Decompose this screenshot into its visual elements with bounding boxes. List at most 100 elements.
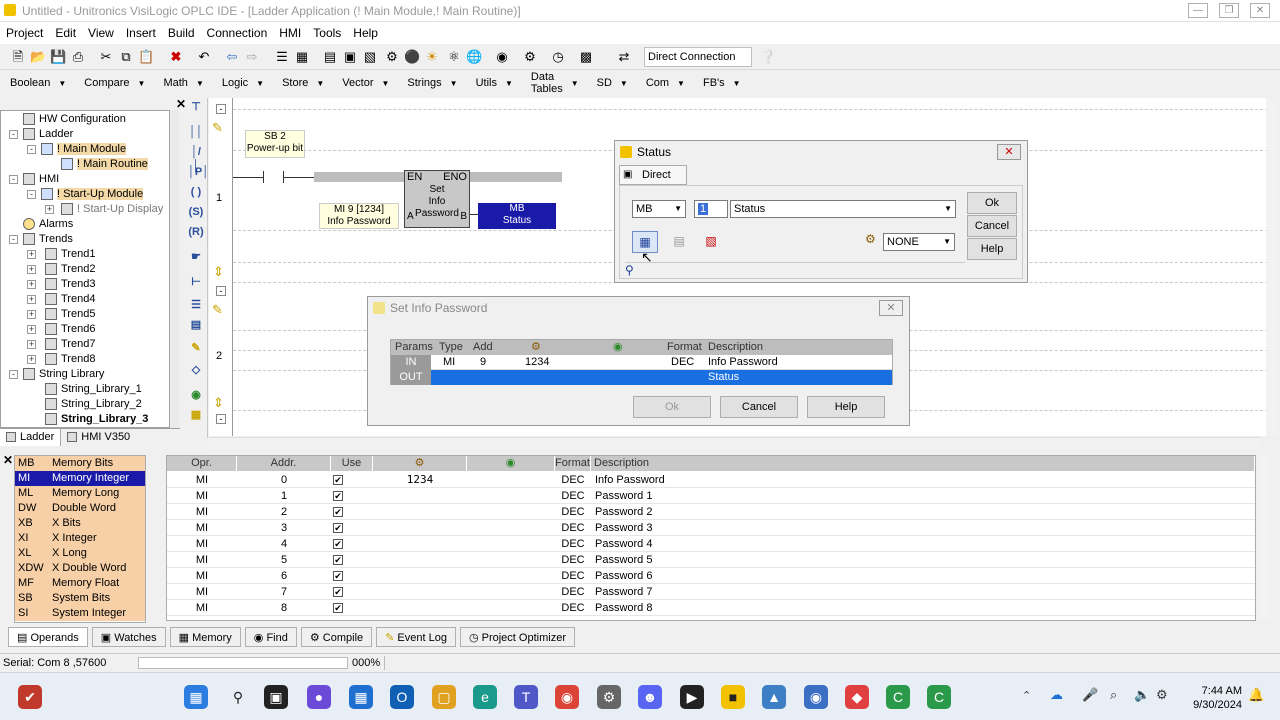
tab-memory[interactable]: ▦ Memory <box>169 627 241 647</box>
menu-build[interactable]: Build <box>168 26 195 40</box>
table-row[interactable]: MI 3 DEC Password 3 ✔ <box>167 520 1255 536</box>
tree-scrollbar[interactable] <box>171 110 179 428</box>
expand-icon[interactable]: + <box>27 310 36 319</box>
strings-menu[interactable]: Strings ▼ <box>407 77 457 89</box>
collapse-rung-icon[interactable]: - <box>216 286 226 296</box>
tree-string-library-3[interactable]: String_Library_3 <box>45 412 148 427</box>
fbs-menu[interactable]: FB's ▼ <box>703 77 741 89</box>
tree-startup-module[interactable]: ! Start-Up Module <box>41 187 144 202</box>
table-row[interactable]: MI 0 1234 DEC Info Password ✔ <box>167 472 1255 488</box>
table-row[interactable]: MI 1 DEC Password 1 ✔ <box>167 488 1255 504</box>
use-checkbox[interactable]: ✔ <box>333 475 343 485</box>
tab-compile[interactable]: ⚙ Compile <box>300 627 373 647</box>
menu-insert[interactable]: Insert <box>126 26 156 40</box>
tree-hmi[interactable]: HMI <box>23 172 59 187</box>
logic-menu[interactable]: Logic ▼ <box>222 77 264 89</box>
sip-close-button[interactable]: ✕ <box>879 300 903 316</box>
operands-close-icon[interactable]: ✕ <box>3 453 13 467</box>
collapse-icon[interactable]: - <box>27 145 36 154</box>
no-contact-icon[interactable]: ││ <box>188 125 204 139</box>
tree-trend6[interactable]: Trend6 <box>45 322 95 337</box>
compile-icon[interactable]: ▤ <box>322 49 338 65</box>
com-menu[interactable]: Com ▼ <box>646 77 685 89</box>
collapse-icon[interactable]: - <box>9 175 18 184</box>
expand-icon[interactable]: + <box>27 250 36 259</box>
status-help-button[interactable]: Help <box>967 238 1017 260</box>
math-menu[interactable]: Math ▼ <box>163 77 203 89</box>
ladder-vscrollbar[interactable] <box>1266 98 1278 436</box>
tree-trend8[interactable]: Trend8 <box>45 352 95 367</box>
paste-icon[interactable]: 📋 <box>138 49 154 65</box>
clock[interactable]: 7:44 AM 9/30/2024 <box>1186 684 1242 712</box>
sip-cancel-button[interactable]: Cancel <box>720 396 798 418</box>
clock-icon[interactable]: ◷ <box>550 49 566 65</box>
menu-view[interactable]: View <box>88 26 114 40</box>
label-icon[interactable]: ⊢ <box>188 275 204 289</box>
remote-app-icon[interactable]: ◆ <box>845 685 869 709</box>
menu-edit[interactable]: Edit <box>55 26 76 40</box>
visilogic-icon[interactable]: ■ <box>721 685 745 709</box>
teams-work-icon[interactable]: ◉ <box>804 685 828 709</box>
expand-icon[interactable]: + <box>27 325 36 334</box>
communication-icon[interactable]: ⚛ <box>446 49 462 65</box>
sip-ok-button[interactable]: Ok <box>633 396 711 418</box>
tab-hmi[interactable]: HMI V350 <box>61 429 136 446</box>
tab-project-optimizer[interactable]: ◷ Project Optimizer <box>459 627 575 647</box>
info-icon[interactable]: ⚙ <box>522 49 538 65</box>
discord-icon[interactable]: ☻ <box>638 685 662 709</box>
open-folder-icon[interactable]: 📂 <box>30 49 46 65</box>
description-combo[interactable]: Status ▼ <box>730 200 956 218</box>
settings-icon[interactable]: ⚙ <box>597 685 621 709</box>
operand-type-item[interactable]: SB System Bits <box>15 591 145 606</box>
operand-type-item[interactable]: MB Memory Bits <box>15 456 145 471</box>
data-tables-menu[interactable]: Data Tables ▼ <box>531 71 579 95</box>
download-icon[interactable]: ▣ <box>342 49 358 65</box>
operand-type-item[interactable]: ML Memory Long <box>15 486 145 501</box>
upload-icon[interactable]: ▧ <box>362 49 378 65</box>
power-up-select[interactable]: NONE ▼ <box>883 233 955 251</box>
copy-icon[interactable]: ⧉ <box>118 49 134 65</box>
tree-string-library-1[interactable]: String_Library_1 <box>45 382 142 397</box>
delete-icon[interactable]: ✖ <box>168 49 184 65</box>
notification-app-icon[interactable]: ✔ <box>18 685 42 709</box>
tree-trend2[interactable]: Trend2 <box>45 262 95 277</box>
use-checkbox[interactable]: ✔ <box>333 491 343 501</box>
rung-move-icon[interactable]: ⇕ <box>213 264 224 280</box>
tab-find[interactable]: ◉ Find <box>244 627 297 647</box>
tree-main-module[interactable]: ! Main Module <box>41 142 127 157</box>
operand-type-item[interactable]: XDW X Double Word <box>15 561 145 576</box>
network-icon[interactable]: ⚙ <box>1156 687 1168 703</box>
rung-move-icon[interactable]: ⇕ <box>213 395 224 411</box>
address-input[interactable]: 1 <box>694 200 728 218</box>
operand-type-item[interactable]: SI System Integer <box>15 606 145 621</box>
expand-icon[interactable]: + <box>27 355 36 364</box>
rung-icon[interactable]: ☰ <box>274 49 290 65</box>
collapse-rung-icon[interactable]: - <box>216 104 226 114</box>
start-icon[interactable]: ▦ <box>184 685 208 709</box>
plc-stop-icon[interactable]: ⚫ <box>404 49 420 65</box>
tree-main-routine[interactable]: ! Main Routine <box>61 157 148 172</box>
collapse-icon[interactable]: - <box>27 190 36 199</box>
microphone-icon[interactable]: 🎤 <box>1082 687 1098 703</box>
table-row[interactable]: MI 4 DEC Password 4 ✔ <box>167 536 1255 552</box>
table-row[interactable]: MI 8 DEC Password 8 ✔ <box>167 600 1255 616</box>
collapse-icon[interactable]: - <box>9 370 18 379</box>
grid-icon[interactable]: ▦ <box>294 49 310 65</box>
wifi-icon[interactable]: ⌕ <box>1110 687 1117 703</box>
rung-comment-icon[interactable]: ✎ <box>212 120 223 136</box>
connection-select[interactable]: Direct Connection <box>644 47 752 67</box>
table-row[interactable]: MI 6 DEC Password 6 ✔ <box>167 568 1255 584</box>
new-file-icon[interactable]: 🗎 <box>10 49 26 65</box>
collapse-icon[interactable]: - <box>9 235 18 244</box>
contact-symbol[interactable] <box>263 171 264 183</box>
table-row[interactable]: MI 2 DEC Password 2 ✔ <box>167 504 1255 520</box>
menu-tools[interactable]: Tools <box>313 26 341 40</box>
zoom-icon[interactable]: ◇ <box>188 363 204 377</box>
tree-close-icon[interactable]: ✕ <box>176 97 186 111</box>
chart-app-icon[interactable]: ▲ <box>762 685 786 709</box>
status-ok-button[interactable]: Ok <box>967 192 1017 214</box>
collapse-rung-icon[interactable]: - <box>216 414 226 424</box>
coil-icon[interactable]: ( ) <box>188 185 204 199</box>
contact-icon[interactable]: ⊤ <box>188 100 204 114</box>
tree-string-library[interactable]: String Library <box>23 367 104 382</box>
